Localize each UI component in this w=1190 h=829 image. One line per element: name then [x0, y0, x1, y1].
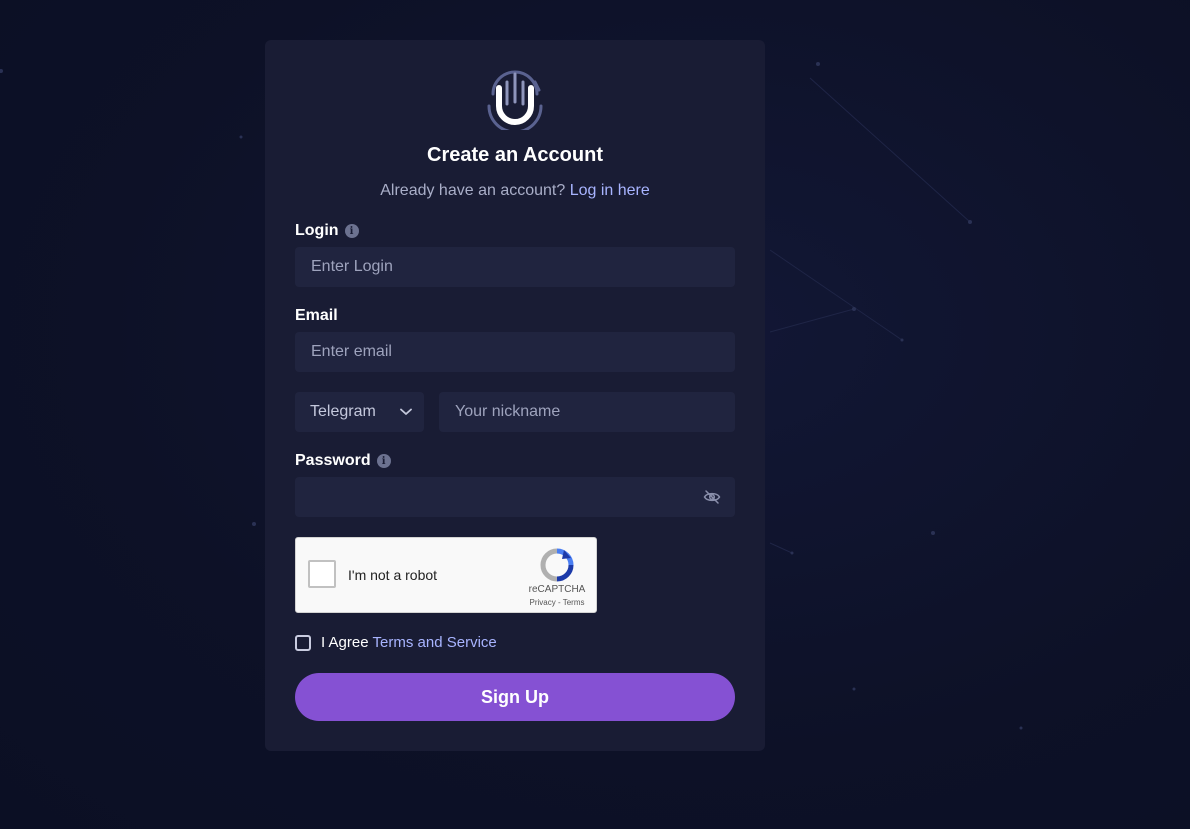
email-input[interactable]: Enter email: [295, 332, 735, 372]
agree-checkbox[interactable]: [295, 634, 311, 651]
login-input[interactable]: Enter Login: [295, 247, 735, 287]
recaptcha-links[interactable]: Privacy - Terms: [514, 598, 600, 607]
eye-off-icon[interactable]: [703, 489, 721, 505]
messenger-select[interactable]: Telegram: [295, 392, 424, 432]
recaptcha-widget: I'm not a robot reCAPTCHA Privacy - Term…: [295, 537, 597, 613]
email-label: Email: [295, 307, 338, 325]
chevron-down-icon: [400, 408, 412, 415]
fingerprint-logo-icon: [487, 70, 543, 130]
agree-text: I Agree: [321, 634, 369, 651]
password-input[interactable]: [295, 477, 735, 517]
login-prompt-text: Already have an account?: [380, 182, 566, 199]
recaptcha-label: I'm not a robot: [348, 567, 438, 583]
password-label: Password i: [295, 452, 391, 470]
recaptcha-checkbox[interactable]: [308, 560, 336, 588]
login-placeholder: Enter Login: [311, 258, 393, 275]
agree-row: I Agree Terms and Service: [295, 634, 497, 651]
info-icon[interactable]: i: [344, 224, 359, 238]
login-prompt: Already have an account? Log in here: [265, 182, 765, 200]
nickname-input[interactable]: Your nickname: [439, 392, 735, 432]
sign-up-button[interactable]: Sign Up: [295, 673, 735, 721]
page-title: Create an Account: [427, 144, 603, 166]
nickname-placeholder: Your nickname: [455, 403, 561, 420]
terms-link[interactable]: Terms and Service: [373, 634, 497, 651]
login-label-text: Login: [295, 222, 339, 239]
login-label: Login i: [295, 222, 359, 240]
signup-card: Create an Account Already have an accoun…: [265, 40, 765, 751]
recaptcha-logo-icon: [540, 548, 574, 582]
messenger-selected: Telegram: [310, 403, 376, 420]
email-label-text: Email: [295, 307, 338, 324]
login-link[interactable]: Log in here: [570, 182, 650, 199]
info-icon[interactable]: i: [376, 454, 391, 468]
email-placeholder: Enter email: [311, 343, 392, 360]
password-label-text: Password: [295, 452, 371, 469]
recaptcha-brand: reCAPTCHA: [528, 584, 586, 595]
